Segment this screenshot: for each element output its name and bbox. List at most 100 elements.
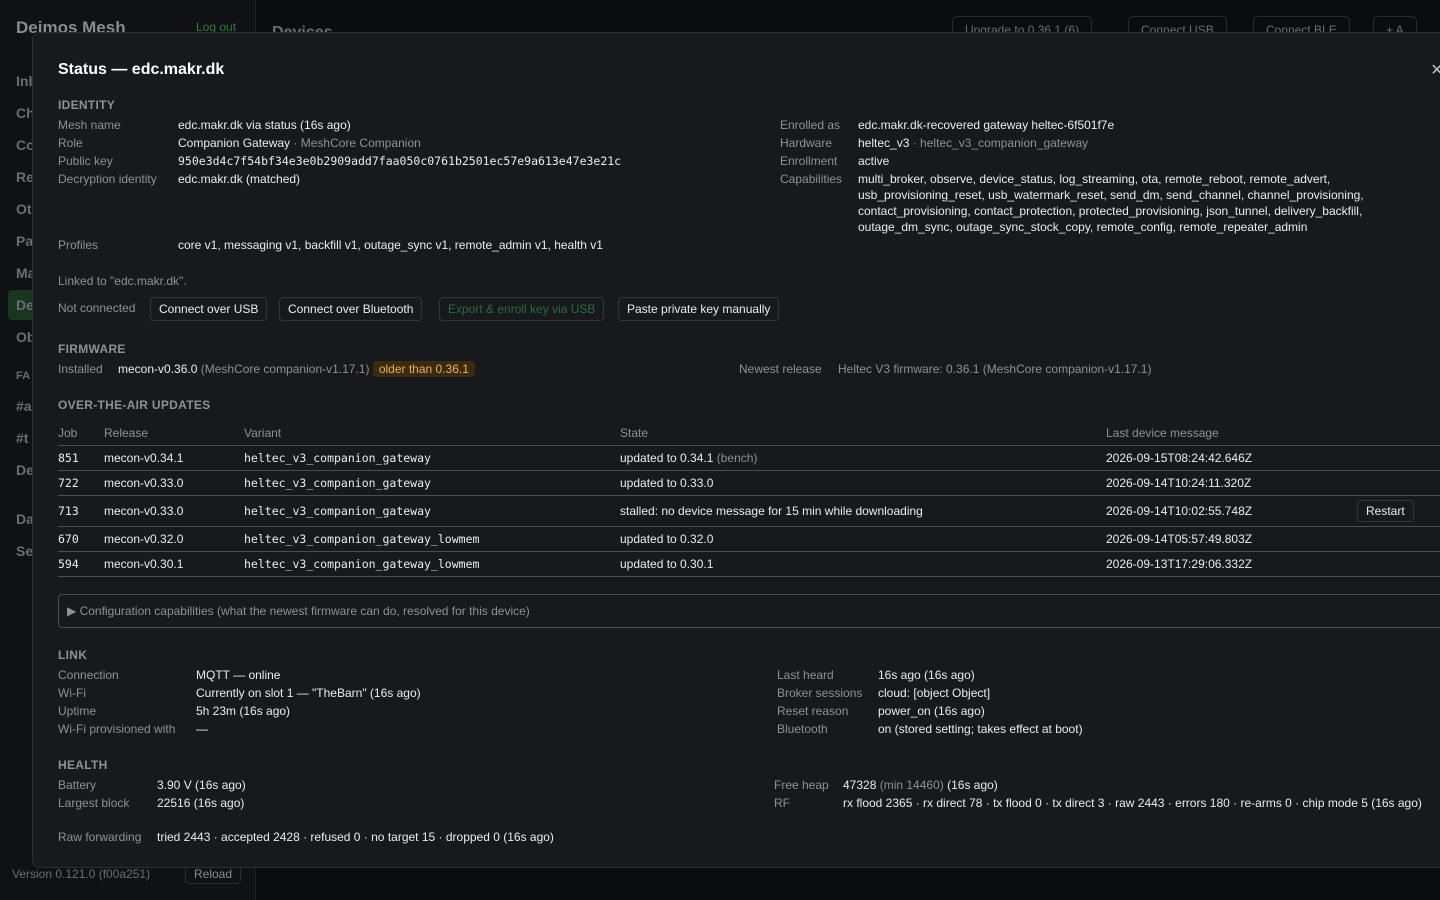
free-heap-number: 47328 [843, 778, 877, 792]
largest-block-value: 22516 (16s ago) [157, 796, 245, 810]
sidebar-item[interactable]: Ot [16, 201, 32, 217]
ota-header-row: Job Release Variant State Last device me… [58, 421, 1440, 445]
hardware-value: heltec_v3 · heltec_v3_companion_gateway [858, 136, 1088, 150]
free-heap-ago: (16s ago) [947, 778, 998, 792]
timestamp: 2026-09-14T10:24:11.320Z [1106, 469, 1356, 495]
state: updated to 0.32.0 [620, 525, 1106, 551]
connect-usb-button[interactable]: Connect over USB [150, 297, 268, 321]
installed-label: Installed [58, 362, 103, 376]
variant: heltec_v3_companion_gateway [244, 494, 620, 526]
table-row: 594 mecon-v0.30.1 heltec_v3_companion_ga… [58, 550, 1440, 577]
mesh-name-label: Mesh name [58, 118, 121, 132]
col-job: Job [58, 425, 78, 440]
identity-heading: IDENTITY [58, 98, 116, 112]
variant: heltec_v3_companion_gateway [244, 444, 620, 470]
hardware-sub: · heltec_v3_companion_gateway [912, 136, 1089, 150]
action-cell: Restart [1356, 494, 1440, 526]
config-capabilities-toggle[interactable]: ▶ Configuration capabilities (what the n… [58, 594, 1440, 628]
raw-forwarding-value: tried 2443 · accepted 2428 · refused 0 ·… [157, 830, 554, 844]
largest-block-label: Largest block [58, 796, 130, 810]
last-heard-value: 16s ago (16s ago) [878, 668, 975, 682]
link-heading: LINK [58, 648, 88, 662]
timestamp: 2026-09-14T10:02:55.748Z [1106, 494, 1356, 526]
col-variant: Variant [244, 425, 282, 440]
capabilities-value: multi_broker, observe, device_status, lo… [858, 172, 1364, 234]
export-enroll-key-button[interactable]: Export & enroll key via USB [439, 297, 605, 321]
bluetooth-value: on (stored setting; takes effect at boot… [878, 722, 1083, 736]
col-action [1356, 421, 1440, 445]
connection-label: Connection [58, 668, 119, 682]
health-heading: HEALTH [58, 758, 108, 772]
installed-version: mecon-v0.36.0 [118, 362, 198, 376]
reset-reason-label: Reset reason [777, 704, 849, 718]
wifi-value: Currently on slot 1 — "TheBarn" (16s ago… [196, 686, 421, 700]
col-state: State [620, 425, 649, 440]
modal-title: Status — edc.makr.dk [58, 61, 225, 78]
decryption-identity-label: Decryption identity [58, 172, 157, 186]
paste-private-key-button[interactable]: Paste private key manually [618, 297, 780, 321]
decryption-identity-value: edc.makr.dk (matched) [178, 172, 301, 186]
profiles-value: core v1, messaging v1, backfill v1, outa… [178, 238, 603, 252]
enrollment-label: Enrollment [780, 154, 838, 168]
rf-value: rx flood 2365 · rx direct 78 · tx flood … [843, 796, 1422, 810]
release: mecon-v0.33.0 [104, 469, 244, 495]
rf-label: RF [774, 796, 790, 810]
state: updated to 0.30.1 [620, 550, 1106, 577]
close-icon[interactable]: × [1431, 59, 1440, 82]
table-row: 722 mecon-v0.33.0 heltec_v3_companion_ga… [58, 469, 1440, 495]
action-cell [1356, 469, 1440, 495]
connect-bluetooth-button[interactable]: Connect over Bluetooth [279, 297, 423, 321]
capabilities-label: Capabilities [780, 172, 843, 186]
timestamp: 2026-09-15T08:24:42.646Z [1106, 444, 1356, 470]
release: mecon-v0.34.1 [104, 444, 244, 470]
wifi-label: Wi-Fi [58, 686, 86, 700]
hardware-label: Hardware [780, 136, 833, 150]
timestamp: 2026-09-13T17:29:06.332Z [1106, 550, 1356, 577]
battery-label: Battery [58, 778, 97, 792]
uptime-label: Uptime [58, 704, 97, 718]
sidebar-item[interactable]: Pa [16, 233, 33, 249]
job-id: 670 [58, 525, 104, 551]
state: updated to 0.34.1 (bench) [620, 444, 1106, 470]
release: mecon-v0.30.1 [104, 550, 244, 577]
table-row: 851 mecon-v0.34.1 heltec_v3_companion_ga… [58, 444, 1440, 470]
newest-release-value: Heltec V3 firmware: 0.36.1 (MeshCore com… [838, 362, 1152, 376]
public-key-value: 950e3d4c7f54bf34e3e0b2909add7faa050c0761… [178, 154, 622, 168]
enrollment-value: active [858, 154, 890, 168]
role-label: Role [58, 136, 83, 150]
free-heap-min: (min 14460) [879, 778, 944, 792]
bluetooth-label: Bluetooth [777, 722, 828, 736]
role-sub: · MeshCore Companion [293, 136, 421, 150]
table-row: 713 mecon-v0.33.0 heltec_v3_companion_ga… [58, 494, 1440, 526]
hardware-text: heltec_v3 [858, 136, 910, 150]
broker-sessions-label: Broker sessions [777, 686, 863, 700]
firmware-heading: FIRMWARE [58, 342, 126, 356]
sidebar-item[interactable]: #t [16, 430, 28, 446]
status-modal: Status — edc.makr.dk × IDENTITY Mesh nam… [32, 32, 1440, 868]
wifi-provisioned-label: Wi-Fi provisioned with [58, 722, 176, 736]
connection-status: Not connected [58, 301, 136, 315]
restart-button[interactable]: Restart [1357, 499, 1414, 522]
release: mecon-v0.32.0 [104, 525, 244, 551]
job-id: 851 [58, 444, 104, 470]
role-value: Companion Gateway · MeshCore Companion [178, 136, 421, 150]
connection-value: MQTT — online [196, 668, 281, 682]
action-cell [1356, 444, 1440, 470]
version-label: Version 0.121.0 (f00a251) [12, 867, 151, 881]
enrolled-label: Enrolled as [780, 118, 841, 132]
free-heap-value: 47328 (min 14460) (16s ago) [843, 778, 998, 792]
installed-value: mecon-v0.36.0 (MeshCore companion-v1.17.… [118, 361, 475, 377]
ota-table: Job Release Variant State Last device me… [58, 421, 1440, 577]
uptime-value: 5h 23m (16s ago) [196, 704, 291, 718]
col-last-message: Last device message [1106, 425, 1219, 440]
newest-release-label: Newest release [739, 362, 822, 376]
public-key-label: Public key [58, 154, 113, 168]
sidebar-item[interactable]: #a [16, 398, 32, 414]
variant: heltec_v3_companion_gateway_lowmem [244, 525, 620, 551]
state-text: updated to 0.34.1 [620, 450, 714, 465]
state: updated to 0.33.0 [620, 469, 1106, 495]
sidebar-item[interactable]: Se [16, 543, 33, 559]
enrolled-value: edc.makr.dk-recovered gateway heltec-6f5… [858, 118, 1115, 132]
timestamp: 2026-09-14T05:57:49.803Z [1106, 525, 1356, 551]
action-cell [1356, 550, 1440, 577]
